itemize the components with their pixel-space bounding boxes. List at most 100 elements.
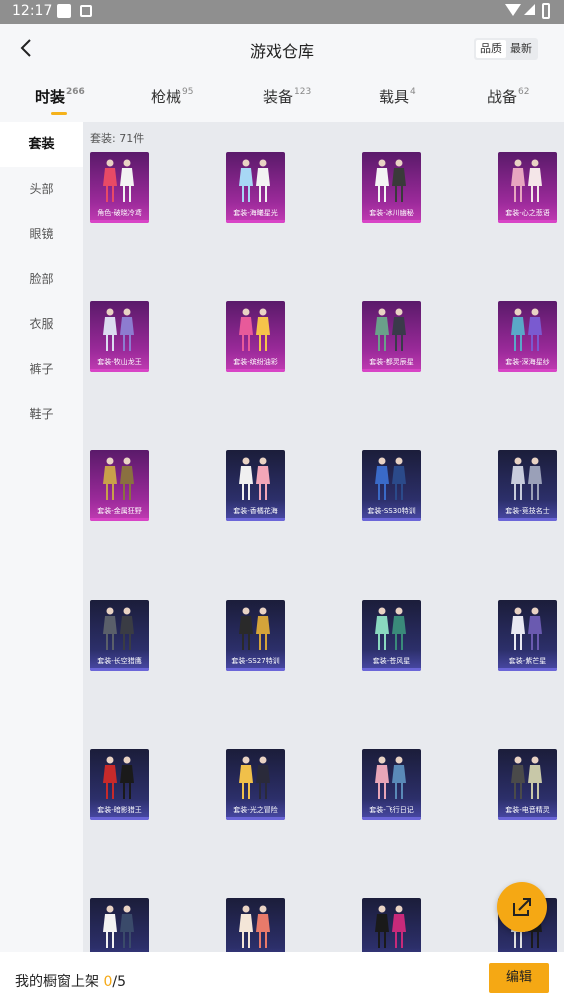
rarity-bar: [90, 369, 149, 372]
tab-label: 时装: [35, 88, 66, 106]
outfit-thumbnail: [239, 607, 270, 650]
outfit-card[interactable]: 套装-电音精灵: [498, 749, 557, 820]
tab-supplies[interactable]: 战备62: [487, 86, 529, 107]
outfit-name: 角色-破晓冷鸢: [97, 209, 142, 217]
outfit-card[interactable]: 套装-都灵辰星: [362, 301, 421, 372]
outfit-name: 套装-长空猎鹰: [97, 657, 142, 665]
tab-label: 装备: [263, 88, 294, 106]
tab-vehicles[interactable]: 载具4: [379, 86, 416, 107]
tab-count: 4: [410, 87, 416, 97]
outfit-thumbnail: [239, 457, 270, 500]
outfit-card[interactable]: [90, 898, 149, 952]
category-tabs: 时装266 枪械95 装备123 载具4 战备62: [0, 74, 564, 122]
outfit-name: 套装-海曦星光: [233, 209, 278, 217]
outfit-thumbnail: [375, 756, 406, 799]
outfit-card[interactable]: 套装-飞行日记: [362, 749, 421, 820]
battery-icon: [542, 3, 550, 19]
showcase-bar: 我的橱窗上架 0/5 编辑: [0, 952, 564, 1004]
outfit-name: 套装-缤纷油彩: [233, 358, 278, 366]
status-bar: 12:17: [0, 0, 564, 24]
outfit-card[interactable]: [362, 898, 421, 952]
tab-count: 95: [182, 87, 194, 97]
sidebar-item-shoes[interactable]: 鞋子: [0, 392, 83, 437]
outfit-thumbnail: [103, 457, 134, 500]
sidebar-item-head[interactable]: 头部: [0, 167, 83, 212]
outfit-name: 套装-都灵辰星: [369, 358, 414, 366]
rarity-bar: [226, 817, 285, 820]
outfit-card[interactable]: 套装-光之冒险: [226, 749, 285, 820]
edit-button[interactable]: 编辑: [489, 963, 549, 993]
rarity-bar: [362, 518, 421, 521]
rarity-bar: [90, 817, 149, 820]
outfit-thumbnail: [103, 905, 134, 948]
outfit-card[interactable]: 套装-深海星纱: [498, 301, 557, 372]
rarity-bar: [362, 668, 421, 671]
outfit-card[interactable]: 套装-海曦星光: [226, 152, 285, 223]
rarity-bar: [90, 518, 149, 521]
outfit-card[interactable]: 套装-暗影猎王: [90, 749, 149, 820]
outfit-name: 套装-深海星纱: [505, 358, 550, 366]
sidebar-item-outfit[interactable]: 套装: [0, 122, 83, 167]
outfit-card[interactable]: 套装-竞技名士: [498, 450, 557, 521]
outfit-thumbnail: [239, 905, 270, 948]
rarity-bar: [226, 369, 285, 372]
item-count-label: 套装: 71件: [90, 132, 145, 145]
tab-equipment[interactable]: 装备123: [263, 86, 311, 107]
outfit-name: 套装-SS27特训: [231, 657, 280, 665]
outfit-card[interactable]: 套装-长空猎鹰: [90, 600, 149, 671]
outfit-card[interactable]: 套装-缤纷油彩: [226, 301, 285, 372]
outfit-card[interactable]: 套装-紫芒星: [498, 600, 557, 671]
outfit-card[interactable]: 套装-苍风星: [362, 600, 421, 671]
outfit-thumbnail: [375, 607, 406, 650]
showcase-text: 我的橱窗上架: [15, 974, 104, 990]
outfit-card[interactable]: 套装-SS30特训: [362, 450, 421, 521]
outfit-name: 套装-心之悲语: [505, 209, 550, 217]
sidebar-item-face[interactable]: 脸部: [0, 257, 83, 302]
sidebar-item-pants[interactable]: 裤子: [0, 347, 83, 392]
outfit-thumbnail: [375, 905, 406, 948]
outfit-thumbnail: [375, 159, 406, 202]
outfit-card[interactable]: 套装-香橘花海: [226, 450, 285, 521]
outfit-name: 套装-紫芒星: [508, 657, 547, 665]
rarity-bar: [226, 668, 285, 671]
tab-guns[interactable]: 枪械95: [151, 86, 193, 107]
rarity-bar: [226, 518, 285, 521]
wifi-icon: [505, 4, 521, 16]
outfit-thumbnail: [511, 308, 542, 351]
share-icon: [513, 898, 531, 916]
sort-quality-option[interactable]: 品质: [476, 40, 506, 58]
rarity-bar: [498, 817, 557, 820]
sort-latest-option[interactable]: 最新: [506, 40, 536, 58]
app-notification-icon: [80, 5, 92, 17]
tab-label: 战备: [487, 88, 518, 106]
outfit-card[interactable]: 套装-牧山龙王: [90, 301, 149, 372]
rarity-bar: [90, 220, 149, 223]
outfit-card[interactable]: 套装-冰川幽秘: [362, 152, 421, 223]
outfit-card[interactable]: 角色-破晓冷鸢: [90, 152, 149, 223]
rarity-bar: [498, 369, 557, 372]
outfit-name: 套装-冰川幽秘: [369, 209, 414, 217]
sidebar-item-clothes[interactable]: 衣服: [0, 302, 83, 347]
outfit-thumbnail: [103, 159, 134, 202]
showcase-label: 我的橱窗上架 0/5: [15, 971, 126, 991]
outfit-thumbnail: [375, 457, 406, 500]
sidebar-item-glasses[interactable]: 眼镜: [0, 212, 83, 257]
outfit-thumbnail: [511, 607, 542, 650]
outfit-card[interactable]: 套装-金属狂野: [90, 450, 149, 521]
notification-icon: [57, 4, 71, 18]
app-header: 游戏仓库 品质 最新: [0, 24, 564, 74]
outfit-card[interactable]: 套装-心之悲语: [498, 152, 557, 223]
outfit-name: 套装-暗影猎王: [97, 806, 142, 814]
outfit-card[interactable]: [226, 898, 285, 952]
sort-toggle[interactable]: 品质 最新: [474, 38, 538, 60]
rarity-bar: [362, 220, 421, 223]
tab-count: 123: [294, 87, 312, 97]
outfit-thumbnail: [239, 308, 270, 351]
share-button[interactable]: [497, 882, 547, 932]
outfit-thumbnail: [239, 756, 270, 799]
item-grid-area: 套装: 71件 角色-破晓冷鸢 套装-海曦星光 套装-冰川幽秘 套装-心之悲语套装-牧…: [83, 122, 564, 952]
outfit-thumbnail: [375, 308, 406, 351]
outfit-card[interactable]: 套装-SS27特训: [226, 600, 285, 671]
tab-fashion[interactable]: 时装266: [35, 86, 85, 115]
outfit-thumbnail: [239, 159, 270, 202]
